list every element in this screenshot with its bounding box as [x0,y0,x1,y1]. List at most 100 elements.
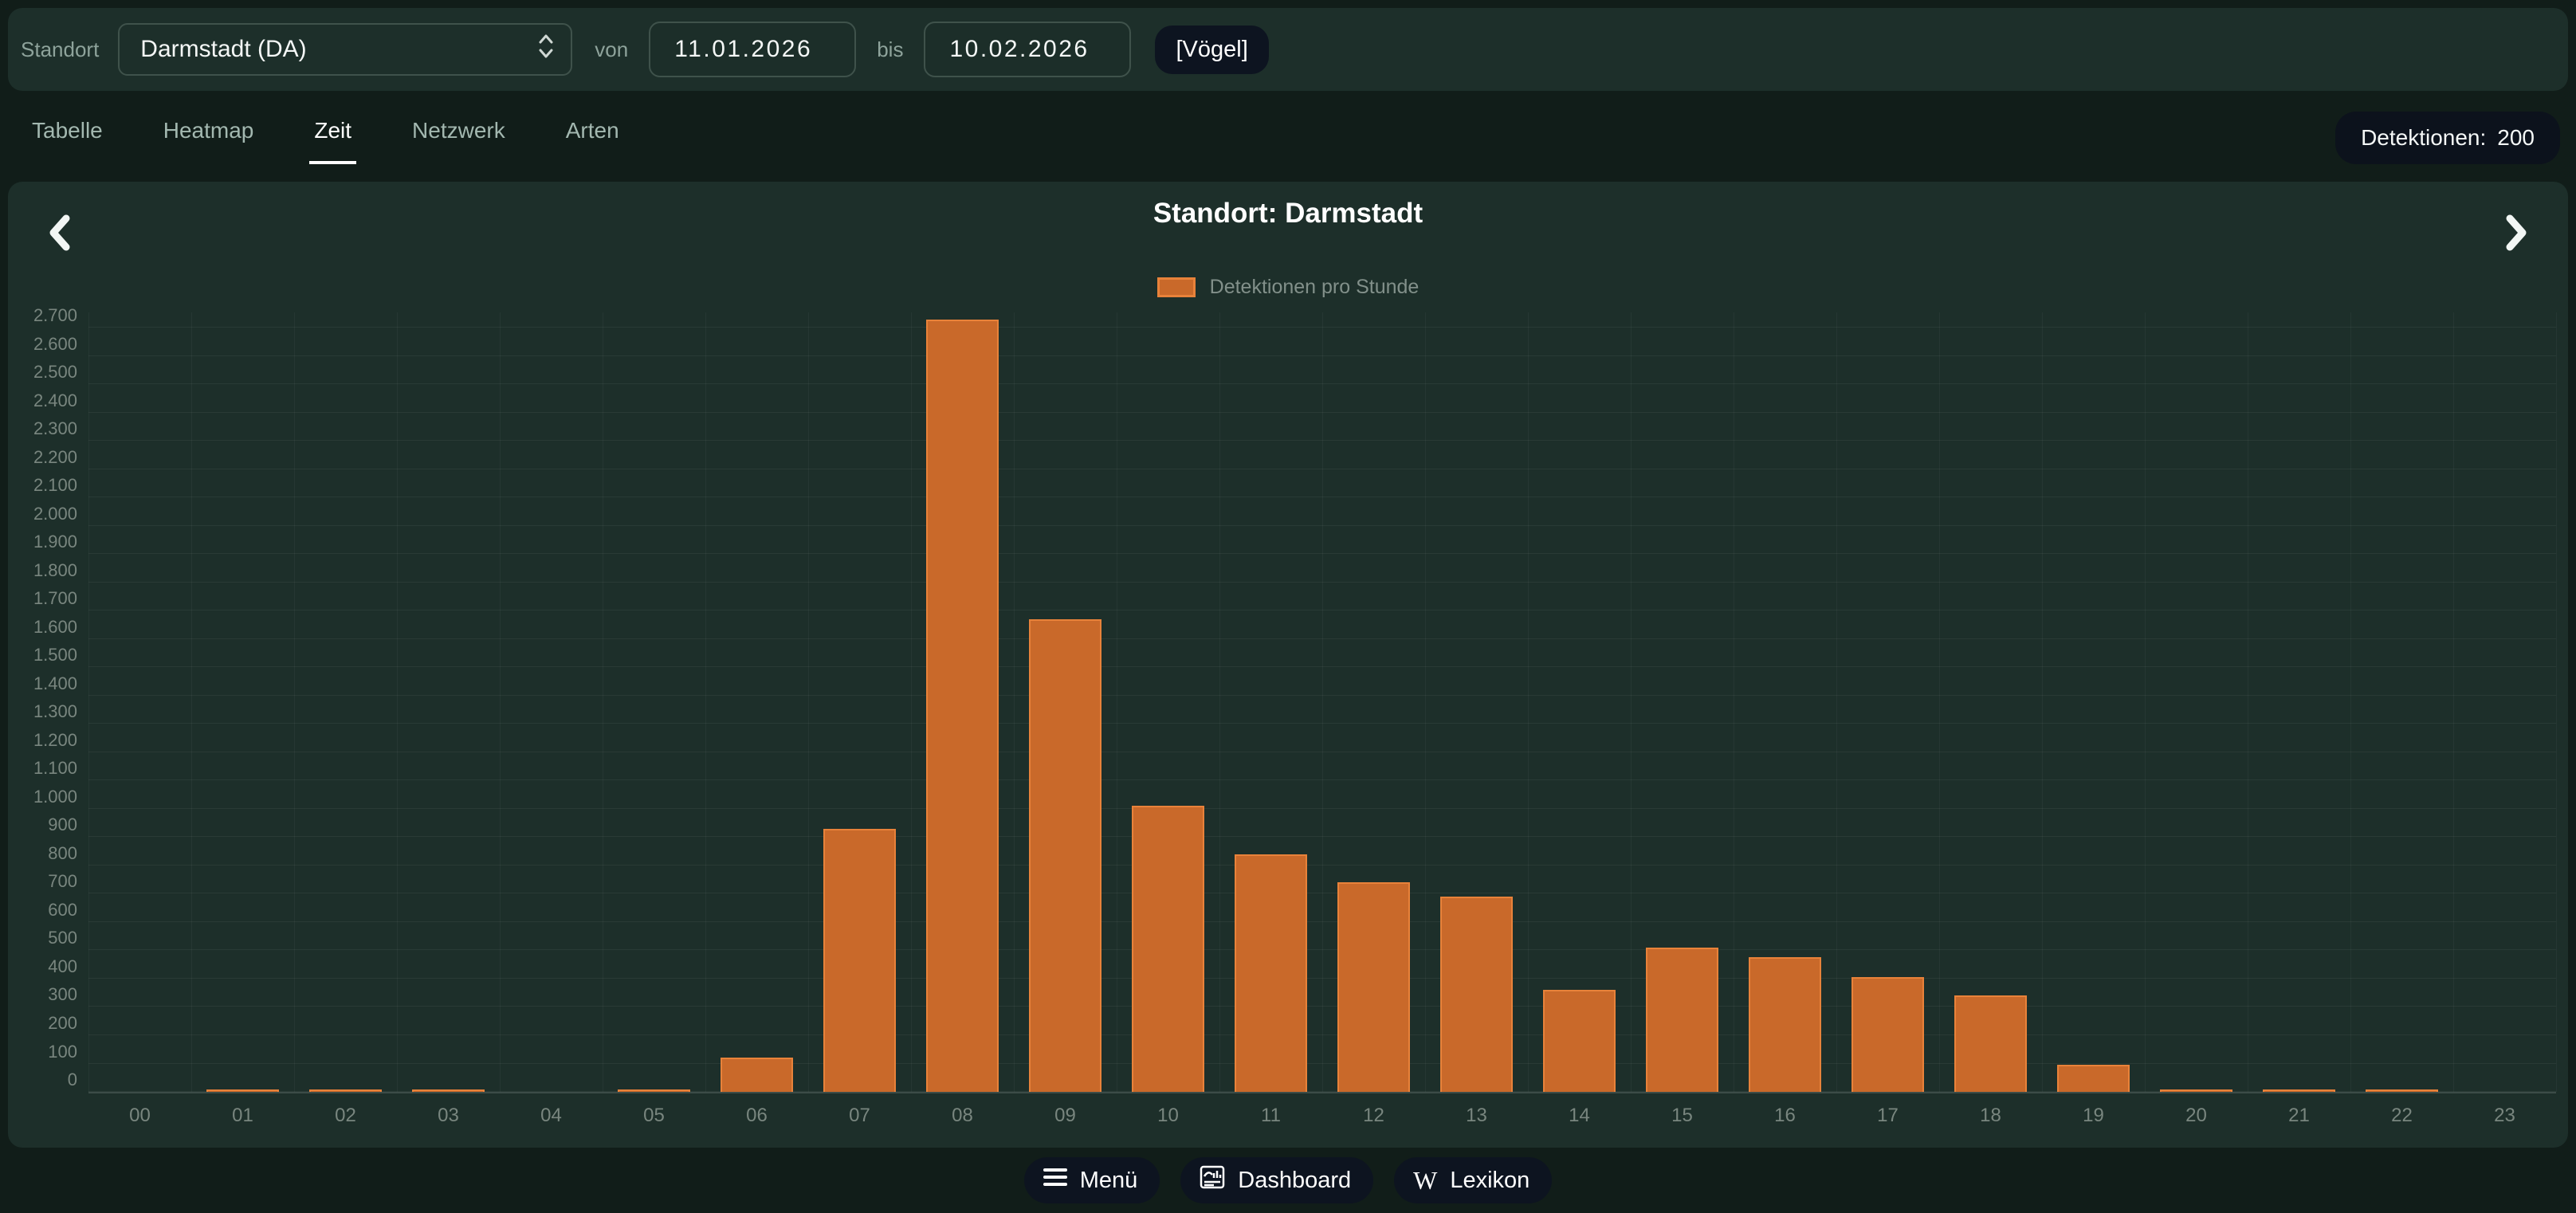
x-tick-label: 19 [2042,1105,2145,1127]
x-tick-label: 21 [2248,1105,2350,1127]
bar-hour-20[interactable] [2160,1089,2232,1092]
y-tick-label: 1.400 [7,673,77,694]
date-from-value: 11.01.2026 [674,36,812,63]
dashboard-button[interactable]: Dashboard [1180,1157,1373,1203]
y-tick-label: 1.000 [7,787,77,807]
bar-hour-13[interactable] [1440,897,1512,1092]
y-tick-label: 800 [7,843,77,864]
y-tick-label: 600 [7,900,77,921]
bar-hour-07[interactable] [823,829,895,1092]
bar-hour-17[interactable] [1852,977,1923,1092]
bar-hour-10[interactable] [1132,806,1204,1092]
y-tick-label: 2.000 [7,504,77,524]
bar-hour-18[interactable] [1954,995,2026,1092]
x-gridline [1836,312,1837,1092]
x-tick-label: 10 [1117,1105,1219,1127]
next-location-button[interactable] [2493,209,2541,257]
bar-hour-15[interactable] [1646,948,1718,1092]
tab-arten[interactable]: Arten [561,107,624,164]
y-tick-label: 2.600 [7,334,77,355]
location-select[interactable]: Darmstadt (DA) [118,23,572,76]
x-gridline [1631,312,1632,1092]
x-gridline [1322,312,1323,1092]
x-tick-label: 20 [2145,1105,2248,1127]
chart-title: Standort: Darmstadt [8,198,2568,230]
y-tick-label: 700 [7,871,77,892]
menu-button-label: Menü [1080,1168,1138,1194]
bar-hour-21[interactable] [2263,1089,2334,1092]
tab-netzwerk[interactable]: Netzwerk [407,107,510,164]
x-tick-label: 16 [1734,1105,1836,1127]
y-tick-label: 1.500 [7,645,77,665]
y-tick-label: 2.500 [7,362,77,383]
bar-hour-01[interactable] [206,1089,278,1092]
bar-hour-22[interactable] [2366,1089,2437,1092]
x-tick-label: 08 [911,1105,1014,1127]
tab-heatmap[interactable]: Heatmap [159,107,259,164]
bar-hour-05[interactable] [618,1089,689,1092]
x-tick-label: 07 [808,1105,911,1127]
y-tick-label: 1.800 [7,560,77,581]
bar-hour-14[interactable] [1543,990,1615,1092]
date-from-input[interactable]: 11.01.2026 [649,22,856,77]
bottom-toolbar: Menü Dashboard W Lexikon [0,1148,2576,1213]
menu-button[interactable]: Menü [1024,1157,1160,1203]
bar-hour-08[interactable] [926,320,998,1092]
date-to-input[interactable]: 10.02.2026 [924,22,1131,77]
y-tick-label: 100 [7,1042,77,1062]
tab-tabelle[interactable]: Tabelle [27,107,108,164]
chart-legend[interactable]: Detektionen pro Stunde [8,276,2568,299]
detections-badge-value: 200 [2497,125,2535,151]
x-tick-label: 01 [191,1105,294,1127]
y-tick-label: 900 [7,815,77,835]
y-tick-label: 1.600 [7,617,77,638]
bar-hour-06[interactable] [721,1058,792,1092]
x-gridline [808,312,809,1092]
y-tick-label: 400 [7,956,77,977]
detections-badge-label: Detektionen: [2361,125,2486,151]
species-filter-button[interactable]: [Vögel] [1155,26,1268,74]
x-tick-label: 14 [1528,1105,1631,1127]
x-gridline [2350,312,2351,1092]
lexikon-button[interactable]: W Lexikon [1394,1157,1552,1203]
y-tick-label: 500 [7,928,77,948]
bar-hour-11[interactable] [1235,854,1306,1092]
x-tick-label: 18 [1939,1105,2042,1127]
x-gridline [500,312,501,1092]
bar-hour-12[interactable] [1337,882,1409,1092]
x-gridline [1219,312,1220,1092]
x-tick-label: 11 [1219,1105,1322,1127]
view-tabs: Tabelle Heatmap Zeit Netzwerk Arten [27,107,624,164]
x-tick-label: 02 [294,1105,397,1127]
y-tick-label: 2.200 [7,447,77,468]
bar-hour-19[interactable] [2057,1065,2129,1092]
bar-hour-09[interactable] [1029,619,1101,1092]
filter-toolbar: Standort Darmstadt (DA) von 11.01.2026 b… [8,8,2568,91]
plot-area: 01002003004005006007008009001.0001.1001.… [88,312,2556,1093]
x-gridline [2145,312,2146,1092]
detections-count-badge: Detektionen: 200 [2335,112,2560,164]
x-tick-label: 12 [1322,1105,1425,1127]
x-tick-label: 09 [1014,1105,1117,1127]
x-gridline [294,312,295,1092]
x-gridline [397,312,398,1092]
x-gridline [1014,312,1015,1092]
x-tick-label: 22 [2350,1105,2453,1127]
bar-hour-03[interactable] [412,1089,484,1092]
x-tick-label: 23 [2453,1105,2556,1127]
y-tick-label: 300 [7,984,77,1005]
wikipedia-w-icon: W [1413,1166,1437,1195]
dashboard-icon [1200,1165,1225,1195]
y-tick-label: 2.400 [7,391,77,411]
bar-hour-16[interactable] [1749,957,1820,1092]
x-gridline [2453,312,2454,1092]
chart-card: Standort: Darmstadt Detektionen pro Stun… [8,182,2568,1148]
select-updown-icon [537,33,555,66]
x-tick-label: 04 [500,1105,603,1127]
x-gridline [1939,312,1940,1092]
y-tick-label: 200 [7,1013,77,1034]
tab-zeit[interactable]: Zeit [309,107,356,164]
x-gridline [911,312,912,1092]
bar-hour-02[interactable] [309,1089,381,1092]
x-tick-label: 15 [1631,1105,1734,1127]
